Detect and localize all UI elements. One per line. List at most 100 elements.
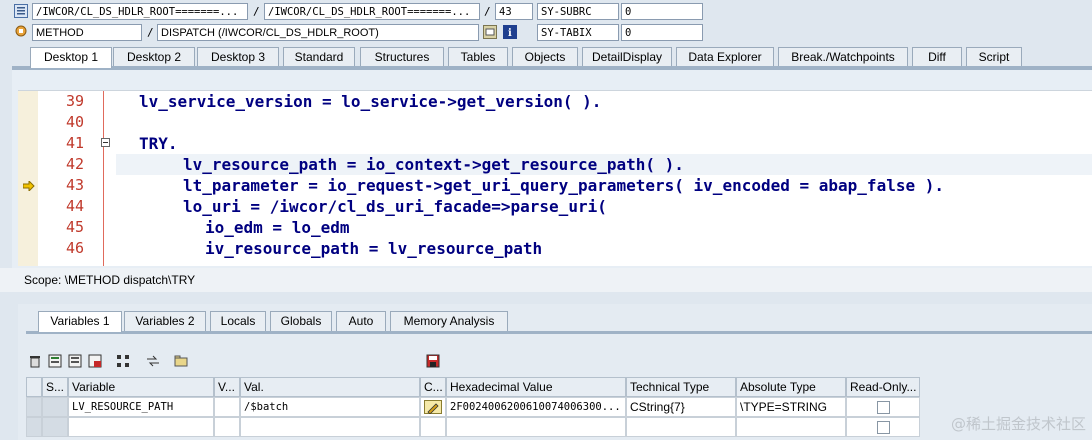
tab-standard[interactable]: Standard <box>283 47 355 67</box>
transfer-icon[interactable] <box>146 354 160 368</box>
code-line[interactable]: 42 lv_resource_path = io_context->get_re… <box>18 154 1092 175</box>
cell-absolute-type[interactable]: \TYPE=STRING <box>736 397 846 417</box>
delete-icon[interactable] <box>28 354 42 368</box>
tab-break-watchpoints[interactable]: Break./Watchpoints <box>778 47 908 67</box>
method-icon <box>14 24 28 38</box>
cell-value[interactable] <box>240 417 420 437</box>
collapse-icon[interactable] <box>101 138 110 147</box>
row-selector[interactable] <box>26 397 42 417</box>
cell-change[interactable] <box>420 417 446 437</box>
code-text: lv_service_version = lo_service->get_ver… <box>139 92 602 111</box>
cell-read-only[interactable] <box>846 397 920 417</box>
cell-variable[interactable] <box>68 417 214 437</box>
line-number: 42 <box>65 155 84 173</box>
code-line-current[interactable]: 43 lt_parameter = io_request->get_uri_qu… <box>18 175 1092 196</box>
code-text: lv_resource_path = io_context->get_resou… <box>183 155 684 174</box>
source-editor[interactable]: 39 lv_service_version = lo_service->get_… <box>18 90 1092 266</box>
code-line[interactable]: 40 <box>18 112 1092 133</box>
col-header-c[interactable]: C... <box>420 377 446 397</box>
delete-variables-icon[interactable] <box>88 354 102 368</box>
col-header-read-only[interactable]: Read-Only... <box>846 377 920 397</box>
save-icon[interactable] <box>426 354 440 368</box>
cell-s[interactable] <box>42 397 68 417</box>
col-header-technical-type[interactable]: Technical Type <box>626 377 736 397</box>
program-field[interactable]: /IWCOR/CL_DS_HDLR_ROOT=======... <box>32 3 248 20</box>
execution-arrow-icon <box>22 179 35 194</box>
variable-tabs: Variables 1 Variables 2 Locals Globals A… <box>0 311 1092 332</box>
tab-data-explorer[interactable]: Data Explorer <box>676 47 774 67</box>
line-number: 40 <box>65 113 84 131</box>
col-header-s[interactable]: S... <box>42 377 68 397</box>
read-only-checkbox[interactable] <box>876 421 890 435</box>
event-name-field: DISPATCH (/IWCOR/CL_DS_HDLR_ROOT) <box>157 24 479 41</box>
read-only-checkbox[interactable] <box>876 401 890 415</box>
sy-tabix-label: SY-TABIX <box>537 24 619 41</box>
line-number: 45 <box>65 218 84 236</box>
tab-detaildisplay[interactable]: DetailDisplay <box>582 47 672 67</box>
code-text: TRY. <box>139 134 178 153</box>
col-header-v[interactable]: V... <box>214 377 240 397</box>
tab-globals[interactable]: Globals <box>270 311 332 331</box>
tab-auto[interactable]: Auto <box>336 311 386 331</box>
separator: / <box>147 26 154 39</box>
cell-variable[interactable]: LV_RESOURCE_PATH <box>68 397 214 417</box>
line-number: 46 <box>65 239 84 257</box>
tab-script[interactable]: Script <box>966 47 1022 67</box>
load-variables-icon[interactable] <box>68 354 82 368</box>
line-number-field[interactable]: 43 <box>495 3 533 20</box>
row-selector-header <box>26 377 42 397</box>
display-icon[interactable] <box>483 25 497 39</box>
include-field[interactable]: /IWCOR/CL_DS_HDLR_ROOT=======... <box>264 3 480 20</box>
code-line[interactable]: 45 io_edm = lo_edm <box>18 217 1092 238</box>
tab-variables-1[interactable]: Variables 1 <box>38 311 122 332</box>
cell-technical-type[interactable]: CString{7} <box>626 397 736 417</box>
row-selector[interactable] <box>26 417 42 437</box>
tab-objects[interactable]: Objects <box>512 47 578 67</box>
desktop-tabs: Desktop 1 Desktop 2 Desktop 3 Standard S… <box>0 47 1092 68</box>
cell-technical-type[interactable] <box>626 417 736 437</box>
tab-variables-2[interactable]: Variables 2 <box>124 311 206 331</box>
code-line[interactable]: 39 lv_service_version = lo_service->get_… <box>18 91 1092 112</box>
folder-icon[interactable] <box>174 354 188 368</box>
sy-tabix-value: 0 <box>621 24 703 41</box>
tab-desktop-2[interactable]: Desktop 2 <box>113 47 195 67</box>
code-line[interactable]: 44 lo_uri = /iwcor/cl_ds_uri_facade=>par… <box>18 196 1092 217</box>
col-header-value[interactable]: Val. <box>240 377 420 397</box>
code-line[interactable]: 41 TRY. <box>18 133 1092 154</box>
cell-change[interactable] <box>420 397 446 417</box>
col-header-variable[interactable]: Variable <box>68 377 214 397</box>
list-icon[interactable] <box>14 4 28 18</box>
code-text: lo_uri = /iwcor/cl_ds_uri_facade=>parse_… <box>183 197 607 216</box>
sy-subrc-label: SY-SUBRC <box>537 3 619 20</box>
pencil-icon[interactable] <box>424 400 442 415</box>
tab-memory-analysis[interactable]: Memory Analysis <box>390 311 508 331</box>
col-header-hex[interactable]: Hexadecimal Value <box>446 377 626 397</box>
cell-value[interactable]: /$batch <box>240 397 420 417</box>
hierarchy-icon[interactable] <box>116 354 130 368</box>
cell-absolute-type[interactable] <box>736 417 846 437</box>
cell-read-only[interactable] <box>846 417 920 437</box>
info-icon[interactable]: i <box>503 25 517 39</box>
separator: / <box>253 5 260 18</box>
line-number: 39 <box>65 92 84 110</box>
cell-hex[interactable]: 2F0024006200610074006300... <box>446 397 626 417</box>
cell-hex[interactable] <box>446 417 626 437</box>
cell-v[interactable] <box>214 397 240 417</box>
code-line[interactable]: 46 iv_resource_path = lv_resource_path <box>18 238 1092 259</box>
tab-locals[interactable]: Locals <box>210 311 266 331</box>
tab-structures[interactable]: Structures <box>360 47 444 67</box>
code-text: io_edm = lo_edm <box>205 218 350 237</box>
cell-v[interactable] <box>214 417 240 437</box>
tab-diff[interactable]: Diff <box>912 47 962 67</box>
tab-desktop-1[interactable]: Desktop 1 <box>30 47 112 68</box>
line-number: 43 <box>65 176 84 194</box>
cell-s[interactable] <box>42 417 68 437</box>
tab-tables[interactable]: Tables <box>448 47 508 67</box>
save-variables-icon[interactable] <box>48 354 62 368</box>
separator: / <box>484 5 491 18</box>
col-header-absolute-type[interactable]: Absolute Type <box>736 377 846 397</box>
code-text: lt_parameter = io_request->get_uri_query… <box>183 176 944 195</box>
tab-underline <box>26 331 1092 334</box>
code-text: iv_resource_path = lv_resource_path <box>205 239 543 258</box>
tab-desktop-3[interactable]: Desktop 3 <box>197 47 279 67</box>
